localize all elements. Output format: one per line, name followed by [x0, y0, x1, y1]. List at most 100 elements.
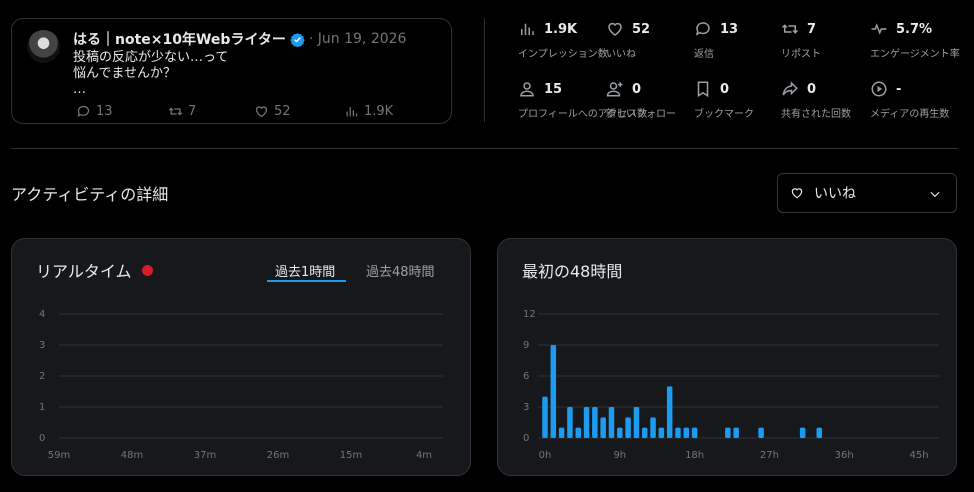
bar[interactable]	[799, 427, 806, 438]
metric-label: ブックマーク	[694, 109, 754, 120]
reply-icon	[695, 22, 710, 36]
bar[interactable]	[816, 427, 823, 438]
metric-label: リポスト	[781, 49, 821, 60]
bar[interactable]	[658, 427, 665, 438]
metric-top: 13	[694, 19, 782, 39]
activity-title: アクティビティの詳細	[11, 185, 169, 204]
bar[interactable]	[666, 386, 673, 438]
metric-value: 0	[720, 81, 730, 97]
bar[interactable]	[633, 407, 640, 438]
chevron-down-icon	[930, 191, 940, 198]
bar[interactable]	[583, 407, 590, 438]
metric-value: 1.9K	[544, 21, 578, 37]
post-text-line: …	[73, 82, 86, 97]
avatar[interactable]	[27, 30, 60, 63]
metric-label: 共有された回数	[781, 109, 851, 120]
bar[interactable]	[600, 417, 606, 438]
bar[interactable]	[550, 345, 557, 438]
metric-value: 13	[720, 21, 739, 37]
metric-dropdown[interactable]: いいね	[777, 173, 957, 213]
metric-value: 52	[632, 21, 651, 37]
bar[interactable]	[650, 417, 656, 438]
reply-count: 13	[96, 104, 113, 119]
bar[interactable]	[641, 427, 648, 438]
reply-action[interactable]: 13	[76, 104, 168, 119]
bar-chart-icon	[521, 23, 534, 35]
x-tick-label: 45h	[909, 450, 928, 461]
y-tick-label: 2	[39, 371, 45, 382]
metric-pulse: 5.7% エンゲージメント率	[870, 19, 960, 61]
post-date[interactable]: · Jun 19, 2026	[309, 31, 407, 47]
bar[interactable]	[542, 396, 548, 438]
metric-value: 7	[807, 21, 817, 37]
metric-top: 1.9K	[518, 19, 606, 39]
y-tick-label: 12	[523, 309, 536, 320]
play-icon	[871, 81, 887, 97]
metric-top: 5.7%	[870, 19, 958, 39]
vertical-divider	[484, 18, 485, 122]
bar[interactable]	[608, 407, 615, 438]
x-tick-label: 4m	[416, 450, 432, 461]
bar[interactable]	[758, 427, 764, 438]
metric-top: 52	[606, 19, 694, 39]
reply-icon	[77, 105, 90, 118]
y-tick-label: 0	[523, 433, 529, 444]
bar[interactable]	[592, 407, 598, 438]
x-tick-label: 37m	[194, 450, 216, 461]
heart-icon	[608, 22, 622, 36]
post-card[interactable]: はる｜note×10年Webライター · Jun 19, 2026 投稿の反応が…	[11, 18, 452, 124]
section-divider	[11, 148, 958, 149]
x-tick-label: 26m	[267, 450, 289, 461]
metric-play: - メディアの再生数	[870, 79, 958, 120]
bar[interactable]	[683, 427, 690, 438]
share-icon	[782, 81, 798, 96]
bookmark-icon	[697, 81, 709, 98]
metric-top: 0	[606, 79, 694, 99]
x-tick-label: 48m	[121, 450, 143, 461]
metric-top: 0	[694, 79, 782, 99]
x-tick-label: 36h	[835, 450, 854, 461]
metric-share: 0 共有された回数	[781, 79, 869, 120]
post-header: はる｜note×10年Webライター · Jun 19, 2026	[73, 29, 406, 49]
repost-icon	[168, 107, 183, 116]
repost-action[interactable]: 7	[168, 104, 254, 119]
verified-icon	[290, 32, 305, 47]
x-tick-label: 27h	[760, 450, 779, 461]
repost-count: 7	[188, 104, 197, 119]
bar[interactable]	[558, 427, 565, 438]
view-count: 1.9K	[364, 104, 394, 119]
metric-top: 0	[781, 79, 869, 99]
metric-label: メディアの再生数	[870, 109, 950, 120]
heart-icon	[255, 106, 268, 118]
bar[interactable]	[675, 427, 681, 438]
bar[interactable]	[617, 427, 623, 438]
bar[interactable]	[691, 427, 698, 438]
profile-icon	[520, 82, 534, 97]
author-name[interactable]: はる｜note×10年Webライター	[73, 29, 286, 49]
bar[interactable]	[567, 407, 573, 438]
bar[interactable]	[625, 417, 631, 438]
x-tick-label: 9h	[613, 450, 626, 461]
metric-heart: 52 いいね	[606, 19, 694, 61]
realtime-panel: リアルタイム 過去1時間 過去48時間 0 1 2 3 4 59m 48m 37m 26m 15m…	[11, 238, 471, 476]
metric-value: 15	[544, 81, 563, 97]
like-action[interactable]: 52	[254, 104, 344, 119]
y-tick-label: 6	[523, 371, 529, 382]
repost-icon	[781, 24, 799, 34]
first-48-hours-chart: 0 3 6 9 12 0h 9h 18h 27h 36h 45h	[523, 309, 939, 461]
follow-icon	[606, 82, 623, 97]
y-tick-label: 1	[39, 402, 45, 413]
views-action[interactable]: 1.9K	[344, 104, 393, 119]
metric-reply: 13 返信	[694, 19, 782, 61]
metric-label: 新しいフォロー	[606, 109, 676, 120]
post-text-line: 投稿の反応が少ない…って	[73, 50, 229, 65]
metric-bar-chart: 1.9K インプレッション数	[518, 19, 608, 61]
metric-follow: 0 新しいフォロー	[606, 79, 694, 121]
dropdown-value: いいね	[814, 186, 856, 202]
bar[interactable]	[725, 427, 731, 438]
metric-bookmark: 0 ブックマーク	[694, 79, 782, 120]
bar[interactable]	[575, 427, 581, 438]
metric-value: 5.7%	[896, 21, 933, 37]
realtime-chart: 0 1 2 3 4 59m 48m 37m 26m 15m 4m	[39, 309, 443, 461]
bar[interactable]	[733, 427, 739, 438]
